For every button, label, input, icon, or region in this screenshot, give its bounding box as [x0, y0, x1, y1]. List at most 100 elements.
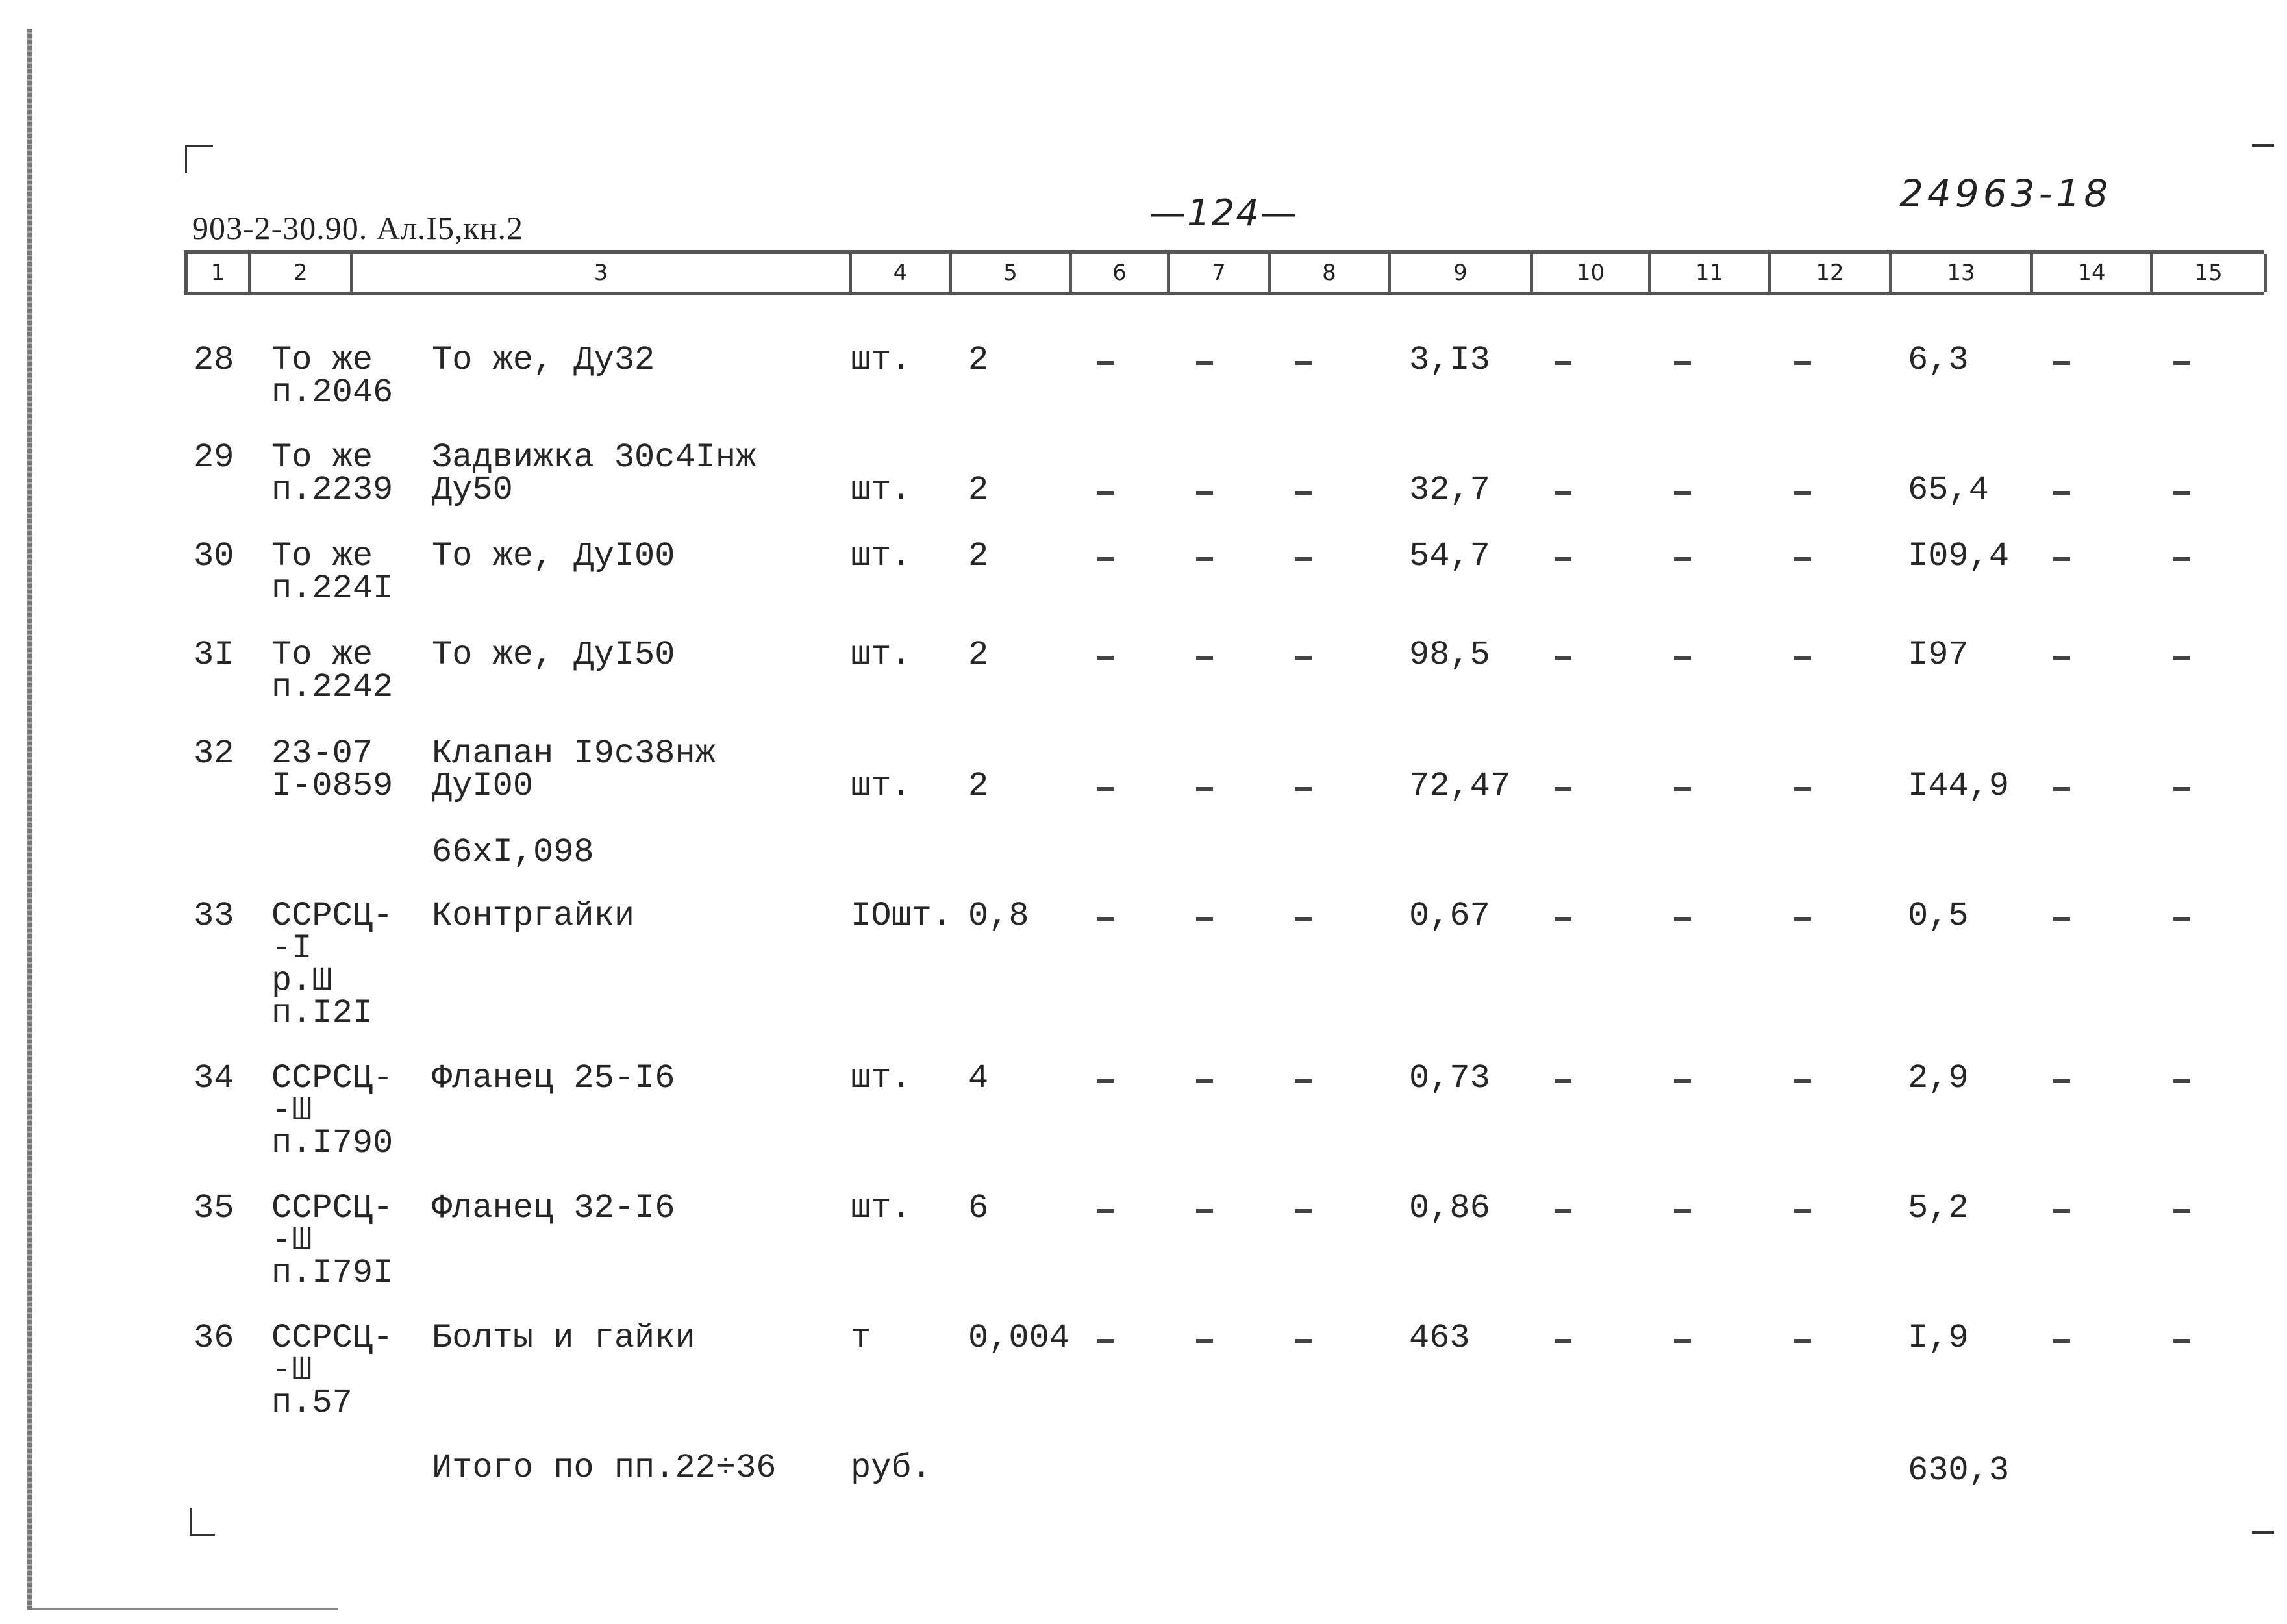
row-empty-dash-c12 — [1794, 1209, 1811, 1213]
row-empty-dash-c8 — [1295, 656, 1312, 660]
row-number: 35 — [194, 1189, 234, 1227]
row-quantity: 2 — [968, 767, 989, 805]
row-reference-line: п.224I — [271, 569, 394, 608]
row-empty-dash-c8 — [1295, 917, 1312, 921]
row-quantity: 2 — [968, 471, 989, 509]
row-quantity: 2 — [968, 537, 989, 575]
header-col-14: 14 — [2030, 254, 2150, 292]
row-empty-dash-c6 — [1097, 1339, 1114, 1343]
row-description-line: Болты и гайки — [432, 1319, 695, 1357]
row-empty-dash-c10 — [1555, 491, 1571, 495]
row-empty-dash-c12 — [1794, 1079, 1811, 1083]
binder-edge-line — [27, 29, 32, 1610]
row-empty-dash-c14 — [2053, 491, 2070, 495]
row-empty-dash-c12 — [1794, 1339, 1811, 1343]
row-empty-dash-c15 — [2173, 491, 2190, 495]
row-empty-dash-c14 — [2053, 1209, 2070, 1213]
row-reference-line: -Ш — [271, 1092, 312, 1130]
row-total: I,9 — [1908, 1319, 1969, 1357]
row-unit: шт. — [851, 471, 912, 509]
row-empty-dash-c11 — [1674, 1209, 1691, 1213]
row-empty-dash-c14 — [2053, 1079, 2070, 1083]
row-empty-dash-c6 — [1097, 656, 1114, 660]
row-unit: т — [851, 1319, 871, 1357]
row-empty-dash-c7 — [1196, 1339, 1213, 1343]
header-col-8: 8 — [1268, 254, 1388, 292]
row-empty-dash-c7 — [1196, 557, 1213, 561]
row-empty-dash-c12 — [1794, 361, 1811, 365]
header-col-4: 4 — [849, 254, 949, 292]
row-unit-price: 0,67 — [1409, 897, 1490, 935]
row-empty-dash-c15 — [2173, 1079, 2190, 1083]
row-unit: IОшт. — [851, 897, 953, 935]
header-col-7: 7 — [1167, 254, 1268, 292]
row-empty-dash-c10 — [1555, 557, 1571, 561]
row-total: 2,9 — [1908, 1059, 1969, 1097]
row-empty-dash-c14 — [2053, 656, 2070, 660]
row-empty-dash-c14 — [2053, 557, 2070, 561]
row-empty-dash-c10 — [1555, 917, 1571, 921]
row-reference-line: То же — [271, 438, 373, 477]
document-title: 903-2-30.90. Ал.I5,кн.2 — [192, 210, 524, 246]
row-reference-line: -Ш — [271, 1351, 312, 1390]
row-unit: шт. — [851, 341, 912, 379]
header-col-13: 13 — [1889, 254, 2030, 292]
row-unit-price: 98,5 — [1409, 636, 1490, 674]
row-reference-line: ССРСЦ- — [271, 1319, 394, 1357]
row-unit-price: 54,7 — [1409, 537, 1490, 575]
row-empty-dash-c11 — [1674, 917, 1691, 921]
edge-mark-bottom-right — [2252, 1531, 2274, 1534]
row-empty-dash-c8 — [1295, 361, 1312, 365]
row-quantity: 0,004 — [968, 1319, 1070, 1357]
row-empty-dash-c8 — [1295, 787, 1312, 791]
row-empty-dash-c7 — [1196, 787, 1213, 791]
row-empty-dash-c12 — [1794, 557, 1811, 561]
row-description-line: 66хI,098 — [432, 833, 594, 871]
row-empty-dash-c14 — [2053, 1339, 2070, 1343]
row-number: 34 — [194, 1059, 234, 1097]
row-reference-line: р.Ш — [271, 962, 332, 1000]
row-unit-price: 463 — [1409, 1319, 1470, 1357]
row-empty-dash-c7 — [1196, 491, 1213, 495]
row-total: 0,5 — [1908, 897, 1969, 935]
row-reference-line: 23-07 — [271, 734, 373, 773]
row-reference-line: -Ш — [271, 1221, 312, 1260]
row-empty-dash-c11 — [1674, 656, 1691, 660]
row-quantity: 0,8 — [968, 897, 1029, 935]
row-empty-dash-c8 — [1295, 1339, 1312, 1343]
row-number: 29 — [194, 438, 234, 477]
row-empty-dash-c12 — [1794, 656, 1811, 660]
row-number: 28 — [194, 341, 234, 379]
row-empty-dash-c8 — [1295, 1079, 1312, 1083]
row-unit: шт. — [851, 1189, 912, 1227]
row-reference-line: п.57 — [271, 1384, 353, 1422]
row-empty-dash-c15 — [2173, 656, 2190, 660]
summary-unit: руб. — [851, 1449, 932, 1487]
summary-label: Итого по пп.22÷36 — [432, 1449, 777, 1487]
row-empty-dash-c8 — [1295, 557, 1312, 561]
row-unit-price: 0,73 — [1409, 1059, 1490, 1097]
row-unit: шт. — [851, 636, 912, 674]
row-unit: шт. — [851, 1059, 912, 1097]
row-reference-line: п.2239 — [271, 471, 394, 509]
row-empty-dash-c7 — [1196, 361, 1213, 365]
row-empty-dash-c10 — [1555, 1339, 1571, 1343]
header-col-11: 11 — [1648, 254, 1768, 292]
row-unit: шт. — [851, 767, 912, 805]
row-empty-dash-c11 — [1674, 361, 1691, 365]
row-empty-dash-c12 — [1794, 491, 1811, 495]
summary-total: 630,3 — [1908, 1451, 2010, 1490]
row-total: I09,4 — [1908, 537, 2010, 575]
row-quantity: 2 — [968, 341, 989, 379]
header-right-edge — [2264, 254, 2267, 292]
header-col-15: 15 — [2150, 254, 2264, 292]
row-reference-line: п.2242 — [271, 668, 394, 706]
row-description-line: То же, ДуI00 — [432, 537, 675, 575]
row-quantity: 6 — [968, 1189, 989, 1227]
corner-mark-top-left — [185, 145, 213, 173]
row-empty-dash-c10 — [1555, 656, 1571, 660]
row-reference-line: п.I79I — [271, 1254, 394, 1292]
row-description-line: Задвижка 30с4Iнж — [432, 438, 756, 477]
row-empty-dash-c6 — [1097, 917, 1114, 921]
row-empty-dash-c10 — [1555, 787, 1571, 791]
